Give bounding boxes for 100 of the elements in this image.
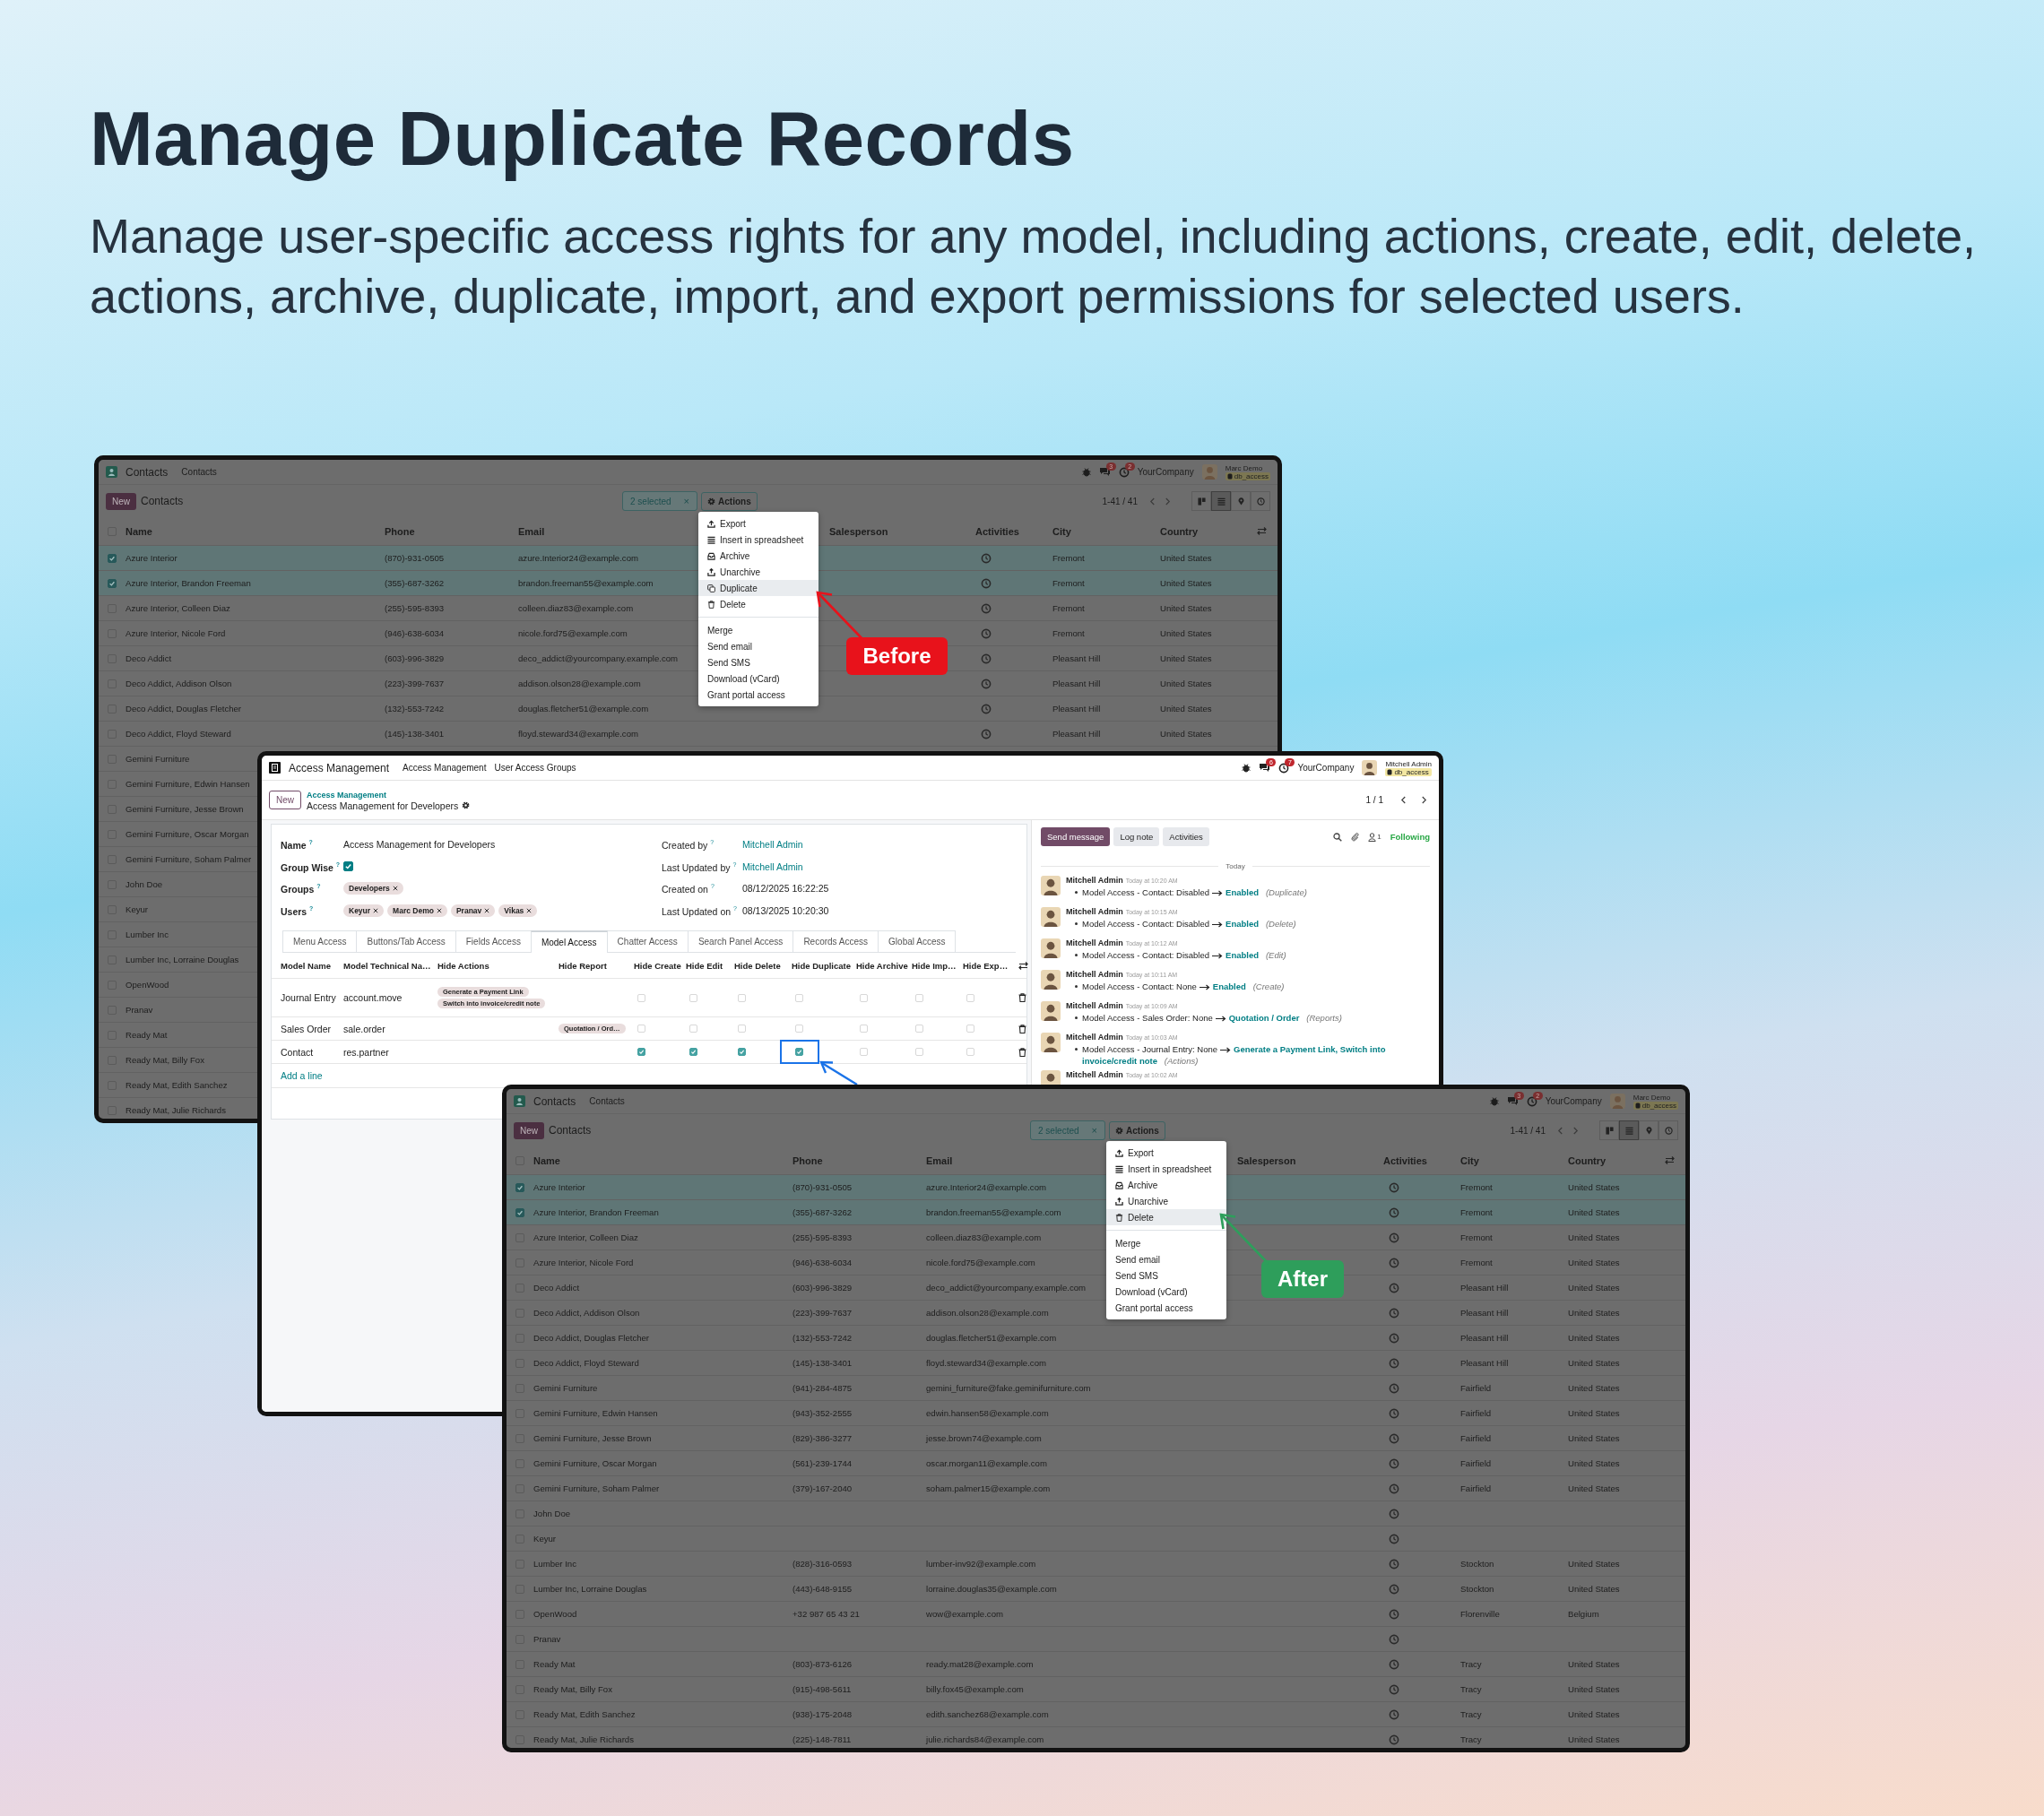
- tracking-change: Model Access - Contact: None Enabled (Create): [1082, 981, 1285, 992]
- field-label: Created by $^{?}$: [662, 839, 715, 851]
- tab[interactable]: Global Access: [878, 930, 957, 952]
- menu-item[interactable]: Send SMS: [1106, 1267, 1226, 1284]
- table-cell: United States: [1568, 1684, 1620, 1694]
- breadcrumb-link[interactable]: Access Management: [307, 789, 471, 800]
- table-cell: floyd.steward34@example.com: [518, 729, 638, 739]
- menu-item[interactable]: Merge: [698, 622, 818, 638]
- menu-item[interactable]: Delete: [1106, 1209, 1226, 1225]
- pager: 1-41 / 41: [1510, 1125, 1546, 1136]
- table-cell: United States: [1568, 1182, 1620, 1192]
- table-cell: United States: [1568, 1358, 1620, 1368]
- breadcrumb: Contacts: [141, 495, 184, 507]
- menu-item[interactable]: Export: [698, 515, 818, 532]
- column-header: Phone: [792, 1154, 823, 1166]
- table-cell: Pranav: [126, 1005, 153, 1015]
- table-cell: colleen.diaz83@example.com: [926, 1232, 1042, 1242]
- table-cell: addison.olson28@example.com: [926, 1308, 1049, 1318]
- table-cell: Tracy: [1460, 1684, 1482, 1694]
- tag-label: Developers: [349, 884, 390, 894]
- menu-item[interactable]: Unarchive: [1106, 1193, 1226, 1209]
- menu-item[interactable]: Archive: [1106, 1177, 1226, 1193]
- database-name: db_access: [1641, 1101, 1676, 1110]
- chatter-button[interactable]: Send message: [1041, 827, 1111, 846]
- menu-item[interactable]: Archive: [698, 548, 818, 564]
- table-cell: Deco Addict, Floyd Steward: [533, 1358, 639, 1368]
- tracking-change: Model Access - Contact: Disabled Enabled (Duplicate): [1082, 886, 1307, 898]
- new-button[interactable]: New: [106, 492, 136, 510]
- table-cell: nicole.ford75@example.com: [926, 1258, 1035, 1267]
- menu-item[interactable]: Send SMS: [698, 654, 818, 670]
- table-cell: (145)-138-3401: [792, 1358, 853, 1368]
- table-cell: edwin.hansen58@example.com: [926, 1408, 1049, 1418]
- table-cell: ready.mat28@example.com: [926, 1659, 1034, 1669]
- table-cell: United States: [1160, 679, 1212, 688]
- table-cell: Pleasant Hill: [1460, 1308, 1509, 1318]
- tab[interactable]: Model Access: [530, 930, 608, 953]
- table-cell: United States: [1160, 578, 1212, 588]
- table-cell: Azure Interior, Colleen Diaz: [533, 1232, 638, 1242]
- menu-item[interactable]: Insert in spreadsheet: [698, 532, 818, 548]
- table-cell-text: Contact: [281, 1046, 315, 1058]
- table-cell: John Doe: [533, 1509, 571, 1518]
- table-cell: (379)-167-2040: [792, 1483, 853, 1493]
- menu-item[interactable]: Send email: [698, 638, 818, 654]
- table-cell: Keyur: [126, 904, 149, 914]
- field-link[interactable]: Mitchell Admin: [742, 860, 803, 872]
- menu-item[interactable]: Delete: [698, 596, 818, 612]
- chatter-button[interactable]: Activities: [1163, 827, 1209, 846]
- tab[interactable]: Menu Access: [282, 930, 358, 952]
- menu-item[interactable]: Grant portal access: [698, 687, 818, 703]
- menu-item[interactable]: User Access Groups: [494, 763, 576, 773]
- column-header: Activities: [1383, 1154, 1427, 1166]
- menu-item[interactable]: Unarchive: [698, 564, 818, 580]
- tag-label: Vikas: [504, 905, 524, 915]
- user-name: Mitchell Admin: [1385, 759, 1432, 768]
- menu-item[interactable]: Merge: [1106, 1235, 1226, 1251]
- app-title: Access Management: [289, 761, 390, 774]
- field-label: Group Wise $^{?}$: [281, 860, 342, 872]
- table-cell: lorraine.douglas35@example.com: [926, 1584, 1057, 1594]
- company-name: YourCompany: [1137, 467, 1194, 477]
- add-line-link[interactable]: Add a line: [281, 1070, 323, 1081]
- field-link[interactable]: Mitchell Admin: [742, 839, 803, 851]
- column-header: Email: [518, 525, 545, 537]
- menu-item[interactable]: Export: [1106, 1145, 1226, 1161]
- table-cell: Pleasant Hill: [1052, 653, 1101, 663]
- tracking-change: Model Access - Contact: Disabled Enabled (Delete): [1082, 918, 1296, 930]
- new-button[interactable]: New: [269, 791, 301, 809]
- table-cell: United States: [1160, 729, 1212, 739]
- column-header: Phone: [385, 525, 415, 537]
- menu-item[interactable]: Access Management: [403, 763, 487, 773]
- selection-count: 2 selected: [1038, 1125, 1079, 1136]
- table-cell: azure.Interior24@example.com: [926, 1182, 1046, 1192]
- database-name: db_access: [1234, 471, 1269, 480]
- column-header: Salesperson: [1237, 1154, 1296, 1166]
- table-cell: Lumber Inc, Lorraine Douglas: [126, 955, 239, 964]
- table-cell: (829)-386-3277: [792, 1433, 853, 1443]
- menu-item[interactable]: Grant portal access: [1106, 1300, 1226, 1316]
- column-header: City: [1460, 1154, 1479, 1166]
- table-cell: (870)-931-0505: [792, 1182, 853, 1192]
- table-cell: deco_addict@yourcompany.example.com: [926, 1283, 1087, 1293]
- menu-item[interactable]: Download (vCard): [1106, 1284, 1226, 1300]
- chatter-button[interactable]: Log note: [1113, 827, 1160, 846]
- tracking-change: Model Access - Contact: Disabled Enabled (Edit): [1082, 949, 1286, 961]
- column-header: Name: [533, 1154, 560, 1166]
- menu-item[interactable]: Send email: [1106, 1251, 1226, 1267]
- table-cell: United States: [1160, 704, 1212, 713]
- table-cell: United States: [1160, 603, 1212, 613]
- menu-item[interactable]: Duplicate: [698, 580, 818, 596]
- table-cell: billy.fox45@example.com: [926, 1684, 1024, 1694]
- company-name: YourCompany: [1297, 763, 1355, 773]
- table-cell: (255)-595-8393: [385, 603, 445, 613]
- new-button[interactable]: New: [514, 1121, 544, 1139]
- table-cell: (828)-316-0593: [792, 1559, 853, 1569]
- field-value: Access Management for Developers: [343, 839, 496, 851]
- menu-item[interactable]: Insert in spreadsheet: [1106, 1161, 1226, 1177]
- menu-item[interactable]: Download (vCard): [698, 670, 818, 687]
- table-cell: United States: [1568, 1584, 1620, 1594]
- table-cell: (145)-138-3401: [385, 729, 445, 739]
- table-cell: Pranav: [533, 1634, 561, 1644]
- table-cell: Ready Mat, Julie Richards: [533, 1734, 634, 1744]
- table-cell: Gemini Furniture: [533, 1383, 598, 1393]
